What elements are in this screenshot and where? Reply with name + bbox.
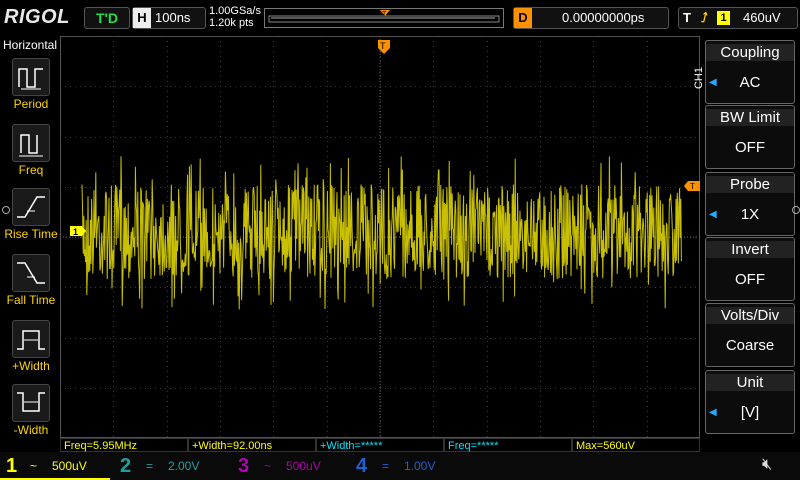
measure-freq-button[interactable]: Freq [0,124,60,186]
trigger-box[interactable]: T ⭜ 1 460uV [678,7,798,29]
probe-title: Probe [706,176,794,193]
trigger-position-letter: T [382,11,387,18]
period-label: Period [13,97,49,111]
probe-menu-item[interactable]: Probe ◀ 1X [705,172,795,236]
ch1-waveform-trace [81,156,682,310]
trigger-source: 1 [717,11,730,25]
memory-overview-svg: T [268,10,500,23]
unit-menu-item[interactable]: Unit ◀ [V] [705,370,795,434]
trigger-label: T [683,10,691,25]
freq-icon [12,124,50,162]
timebase-value: 100ns [155,10,191,25]
probe-value: 1X [740,206,760,223]
measure-neg-width-button[interactable]: -Width [0,384,60,446]
ch4-number: 4 [356,455,368,477]
measure-pos-width-button[interactable]: +Width [0,320,60,382]
rise-time-label: Rise Time [4,227,58,241]
ch1-status[interactable]: 1 ~ 500uV [0,454,110,480]
volts-div-value: Coarse [725,337,775,354]
measurement-max[interactable]: Max=560uV [572,438,700,452]
sample-rate: 1.00GSa/s [209,5,261,17]
trigger-level: 460uV [743,10,781,25]
bw-limit-value: OFF [735,139,765,156]
memory-depth: 1.20k pts [209,17,254,29]
measurement-pos-width[interactable]: +Width=92.00ns [188,438,316,452]
ch2-scale: 2.00V [168,459,200,473]
bw-limit-title: BW Limit [706,109,794,126]
channel-menu-label: CH1 [693,66,706,90]
ch2-status[interactable]: 2 = 2.00V [118,454,228,478]
brand-logo: RIGOL [4,6,70,28]
measurement-pos-width-ch2[interactable]: +Width=***** [316,438,444,452]
fall-time-label: Fall Time [6,293,56,307]
period-icon [12,58,50,96]
ch1-offset-letter: 1 [73,227,78,237]
ch3-number: 3 [238,455,250,477]
trigger-level-letter: T [690,182,695,191]
measurement-freq-ch2[interactable]: Freq=***** [444,438,572,452]
sampling-info: 1.00GSa/s 1.20k pts [209,5,261,29]
delay-value: 0.00000000ps [562,10,645,25]
ch4-status[interactable]: 4 = 1.00V [354,454,464,478]
fall-time-icon [12,254,50,292]
coupling-menu-item[interactable]: Coupling ◀ AC [705,40,795,104]
measurement-freq[interactable]: Freq=5.95MHz [60,438,188,452]
menu-page-dot-icon [792,206,800,214]
ch1-coupling-icon: ~ [30,459,38,473]
left-page-dot-icon [2,206,10,214]
neg-width-label: -Width [13,423,49,437]
measure-rise-time-button[interactable]: Rise Time [0,188,60,250]
neg-width-icon [12,384,50,422]
measure-fall-time-button[interactable]: Fall Time [0,254,60,316]
invert-title: Invert [706,241,794,258]
ch1-scale: 500uV [52,459,87,473]
bw-limit-menu-item[interactable]: BW Limit OFF [705,105,795,169]
delay-label: D [514,8,532,28]
ch3-scale: 500uV [286,459,321,473]
freq-label: Freq [18,163,44,177]
waveform-memory-overview[interactable]: T [264,8,504,28]
left-menu-title: Horizontal [2,38,58,52]
pos-width-label: +Width [12,359,50,373]
volts-div-menu-item[interactable]: Volts/Div Coarse [705,303,795,367]
unit-value: [V] [740,404,760,421]
unit-title: Unit [706,374,794,391]
horizontal-label: H [133,8,151,28]
delay-box[interactable]: D 0.00000000ps [513,7,669,29]
rising-edge-icon: ⭜ [701,10,708,25]
rise-time-icon [12,188,50,226]
speaker-muted-icon[interactable]: 🔇︎ [762,456,772,474]
volts-div-title: Volts/Div [706,307,794,324]
ch4-scale: 1.00V [404,459,436,473]
run-status-badge[interactable]: T'D [84,7,130,29]
waveform-grid-svg: T 1 T [60,36,700,438]
invert-value: OFF [735,271,765,288]
invert-menu-item[interactable]: Invert OFF [705,237,795,301]
ch1-number: 1 [6,455,18,477]
waveform-display[interactable]: T 1 T [60,36,700,438]
ch2-coupling-icon: = [146,459,154,473]
pos-width-icon [12,320,50,358]
ch2-number: 2 [120,455,132,477]
trigger-position-top-letter: T [380,41,386,51]
ch4-coupling-icon: = [382,459,390,473]
ch3-status[interactable]: 3 ~ 500uV [236,454,346,478]
ch3-coupling-icon: ~ [264,459,272,473]
coupling-title: Coupling [706,44,794,61]
measure-period-button[interactable]: Period [0,58,60,120]
coupling-value: AC [739,74,761,91]
horizontal-timebase[interactable]: H 100ns [132,7,206,29]
trigger-level-marker: T [684,181,700,191]
